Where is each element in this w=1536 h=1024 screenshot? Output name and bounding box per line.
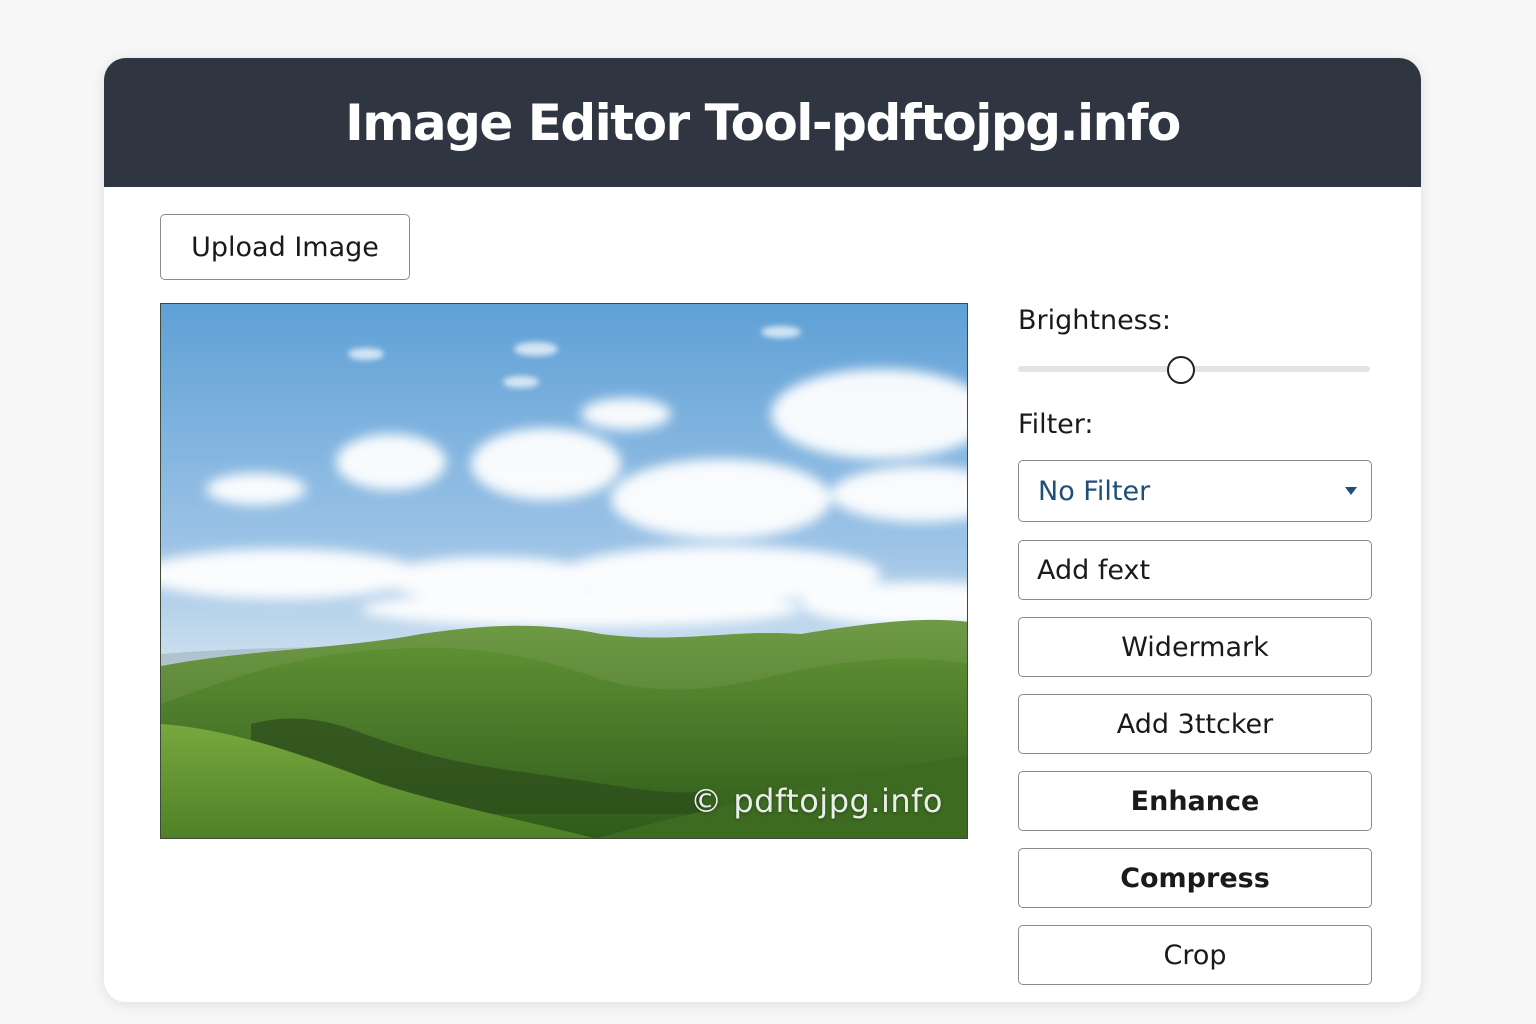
- editor-card: Image Editor Tool-pdftojpg.info Upload I…: [104, 58, 1421, 1002]
- watermark-button[interactable]: Widermark: [1018, 617, 1372, 677]
- watermark-text: © pdftojpg.info: [690, 782, 943, 820]
- header-bar: Image Editor Tool-pdftojpg.info: [104, 58, 1421, 187]
- slider-thumb[interactable]: [1166, 356, 1195, 384]
- chevron-down-icon: [1345, 487, 1357, 495]
- add-sticker-button[interactable]: Add 3ttcker: [1018, 694, 1372, 754]
- brightness-label: Brightness:: [1018, 305, 1171, 336]
- image-preview: © pdftojpg.info: [160, 303, 968, 839]
- filter-select[interactable]: No Filter: [1018, 460, 1372, 522]
- add-text-button[interactable]: Add fext: [1018, 540, 1372, 600]
- upload-image-button[interactable]: Upload Image: [160, 214, 410, 280]
- compress-button[interactable]: Compress: [1018, 848, 1372, 908]
- page-title: Image Editor Tool-pdftojpg.info: [345, 93, 1181, 152]
- filter-selected-value: No Filter: [1038, 475, 1151, 507]
- filter-label: Filter:: [1018, 409, 1094, 440]
- landscape-image: [161, 304, 967, 838]
- brightness-slider[interactable]: [1018, 356, 1370, 384]
- enhance-button[interactable]: Enhance: [1018, 771, 1372, 831]
- crop-button[interactable]: Crop: [1018, 925, 1372, 985]
